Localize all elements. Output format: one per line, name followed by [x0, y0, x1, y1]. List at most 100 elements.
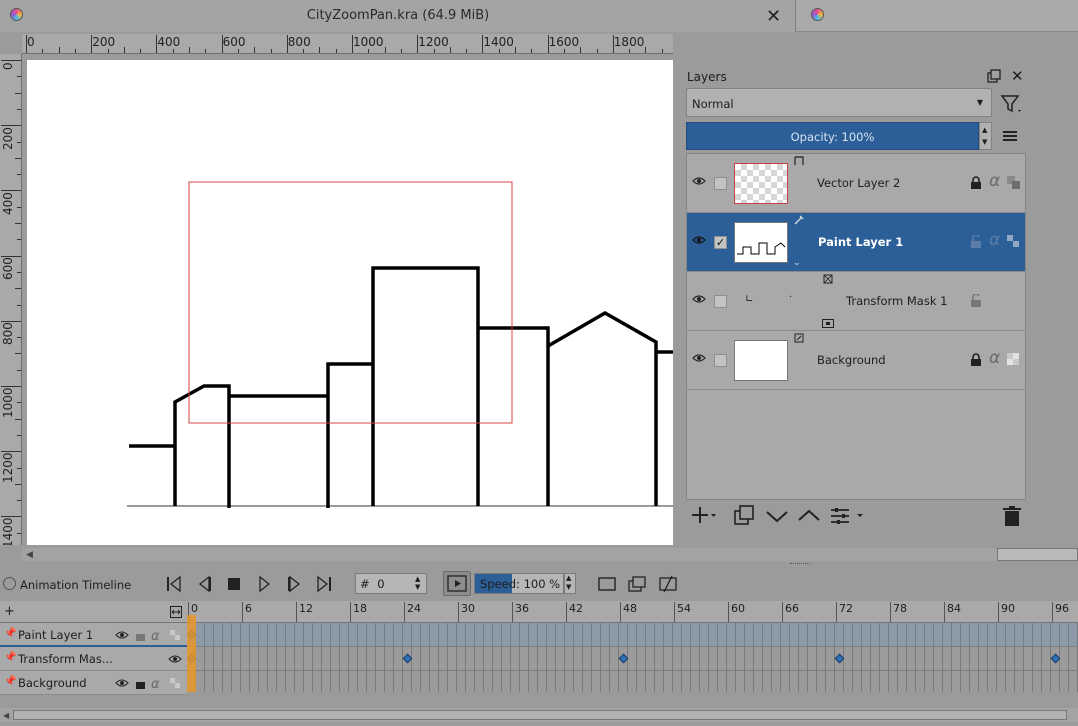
frame-number: 12 — [299, 602, 313, 615]
horizontal-ruler[interactable]: 0 200 400 600 800 1000 1200 1400 1600 1800 — [22, 34, 673, 54]
pin-icon[interactable]: 📌 — [4, 628, 16, 639]
canvas-horizontal-scrollbar[interactable]: ◀ — [22, 548, 1078, 561]
ruler-tick — [368, 49, 370, 53]
layer-select-checkbox[interactable] — [714, 354, 727, 367]
keyframe[interactable] — [1050, 653, 1061, 664]
zoom-fit-icon[interactable] — [170, 606, 182, 618]
frame-number: 96 — [1055, 602, 1069, 615]
scroll-thumb[interactable] — [13, 710, 1067, 720]
scroll-left-icon[interactable]: ◀ — [3, 711, 9, 720]
track-label-paint-layer-1[interactable]: 📌 Paint Layer 1 α — [0, 623, 187, 647]
ruler-tick — [42, 49, 44, 53]
ruler-label: 1600 — [548, 35, 580, 49]
track-label-background[interactable]: 📌 Background α — [0, 671, 187, 695]
frame-spinner[interactable]: ▲ ▼ — [415, 575, 425, 592]
frame-tick — [458, 602, 459, 622]
frame-ruler[interactable]: 0 6 12 18 24 30 36 42 48 54 60 66 72 78 84 90 96 — [187, 601, 1078, 623]
auto-frame-icon[interactable] — [658, 574, 678, 594]
layer-select-checkbox[interactable]: ✓ — [714, 236, 727, 249]
increase-icon[interactable]: ▲ — [982, 126, 987, 134]
first-frame-icon[interactable] — [164, 574, 184, 594]
track-row[interactable] — [187, 647, 1078, 671]
lock-icon[interactable] — [970, 235, 982, 248]
last-frame-icon[interactable] — [314, 574, 334, 594]
previous-frame-icon[interactable] — [195, 574, 215, 594]
delete-layer-icon[interactable] — [999, 504, 1025, 528]
drop-frames-icon[interactable] — [597, 574, 617, 594]
layer-row-transform-mask-1[interactable]: ∟ · Transform Mask 1 — [687, 272, 1025, 331]
layer-row-background[interactable]: Background α — [687, 331, 1025, 390]
expand-chevron-icon[interactable]: ⌄ — [793, 258, 801, 268]
timeline-horizontal-scrollbar[interactable]: ◀ — [0, 708, 1078, 722]
splitter-handle[interactable] — [790, 563, 810, 565]
layer-name: Paint Layer 1 — [818, 235, 904, 249]
scroll-thumb[interactable] — [997, 548, 1078, 561]
visibility-eye-icon[interactable] — [692, 353, 706, 363]
ruler-label: 800 — [1, 322, 15, 346]
close-docker-icon[interactable]: ✕ — [1011, 67, 1024, 85]
pin-icon[interactable]: 📌 — [4, 676, 16, 687]
layer-row-vector-layer-2[interactable]: Vector Layer 2 α — [687, 154, 1025, 213]
stop-icon[interactable] — [224, 574, 244, 594]
canvas[interactable] — [27, 60, 673, 545]
playhead[interactable] — [187, 615, 196, 692]
visibility-eye-icon[interactable] — [692, 294, 706, 304]
layer-options-menu-icon[interactable] — [1003, 130, 1019, 142]
next-frame-icon[interactable] — [284, 574, 304, 594]
move-layer-up-icon[interactable] — [796, 504, 822, 528]
pin-icon[interactable]: 📌 — [4, 652, 16, 663]
play-range-button[interactable] — [443, 571, 471, 596]
playback-speed-slider[interactable]: Speed: 100 % — [474, 573, 564, 594]
inherit-alpha-icon[interactable] — [1007, 353, 1020, 366]
move-layer-down-icon[interactable] — [764, 504, 790, 528]
visibility-eye-icon[interactable] — [692, 235, 706, 245]
track-properties-icons[interactable]: α — [115, 628, 185, 642]
timeline-tracks[interactable] — [187, 623, 1078, 692]
opacity-spinner[interactable]: ▲ ▼ — [979, 122, 992, 150]
duplicate-layer-icon[interactable] — [733, 504, 759, 528]
track-row[interactable] — [187, 623, 1078, 647]
inherit-alpha-icon[interactable] — [1007, 235, 1020, 248]
track-row[interactable] — [187, 671, 1078, 692]
ruler-tick — [482, 35, 484, 53]
keyframe[interactable] — [834, 653, 845, 664]
vertical-ruler[interactable]: 0 200 400 600 800 1000 1200 1400 — [0, 54, 22, 545]
document-tab[interactable]: CityZoomPan.kra (64.9 MiB) ✕ — [0, 0, 796, 32]
lock-icon[interactable] — [970, 353, 982, 366]
visibility-eye-icon[interactable] — [692, 176, 706, 186]
keyframe[interactable] — [402, 653, 413, 664]
layer-row-paint-layer-1[interactable]: ✓ ⌄ Paint Layer 1 α — [687, 213, 1025, 272]
opacity-slider[interactable]: Opacity: 100% — [686, 122, 979, 150]
current-frame-input[interactable]: # 0 ▲ ▼ — [355, 573, 427, 594]
layer-properties-icon[interactable] — [829, 504, 867, 528]
lock-icon[interactable] — [970, 294, 982, 307]
scroll-left-icon[interactable]: ◀ — [26, 550, 33, 560]
ruler-tick — [17, 369, 21, 371]
inherit-alpha-icon[interactable] — [1007, 176, 1020, 189]
alpha-lock-icon[interactable]: α — [989, 230, 1000, 250]
timeline-title: Animation Timeline — [20, 578, 132, 592]
alpha-lock-icon[interactable]: α — [989, 348, 1000, 368]
track-label-transform-mask[interactable]: 📌 Transform Mas... — [0, 647, 198, 671]
layer-select-checkbox[interactable] — [714, 295, 727, 308]
add-layer-icon[interactable] — [690, 504, 716, 528]
track-properties-icons[interactable]: α — [115, 676, 185, 690]
lock-icon[interactable] — [970, 176, 982, 189]
decrease-icon[interactable]: ▼ — [982, 138, 987, 146]
alpha-lock-icon[interactable]: α — [989, 171, 1000, 191]
add-track-icon[interactable]: + — [4, 604, 15, 619]
track-name: Background — [18, 676, 87, 690]
timeline-lock-icon[interactable] — [3, 577, 16, 590]
layer-select-checkbox[interactable] — [714, 177, 727, 190]
onion-skins-icon[interactable] — [627, 574, 647, 594]
mask-properties-icon[interactable] — [822, 319, 834, 328]
ruler-label: 1400 — [1, 517, 15, 545]
speed-spinner[interactable]: ▲ ▼ — [564, 573, 576, 594]
blend-mode-select[interactable]: Normal ▼ — [686, 88, 992, 117]
keyframe[interactable] — [618, 653, 629, 664]
filter-icon[interactable] — [999, 93, 1023, 115]
ruler-label: 200 — [92, 35, 116, 49]
play-icon[interactable] — [254, 574, 274, 594]
float-docker-icon[interactable] — [987, 69, 1001, 83]
close-document-icon[interactable]: ✕ — [766, 6, 781, 27]
